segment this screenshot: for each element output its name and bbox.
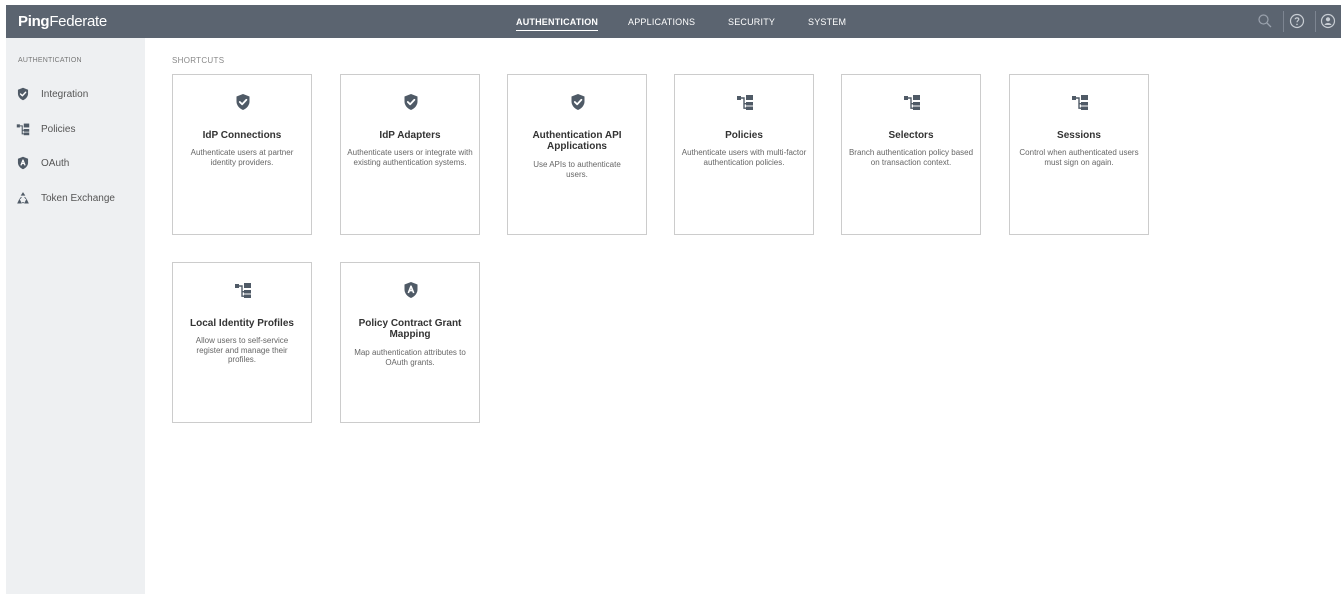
card-title: Authentication API Applications [532,130,622,152]
sidebar-item-token-exchange[interactable]: Token Exchange [16,189,141,209]
shortcut-card-selectors[interactable]: Selectors Branch authentication policy b… [841,74,981,235]
policy-tree-icon [736,93,754,111]
shortcut-card-idp-adapters[interactable]: IdP Adapters Authenticate users or integ… [340,74,480,235]
sidebar-item-oauth[interactable]: OAuth [16,154,141,174]
card-title: IdP Adapters [379,130,441,141]
sidebar-item-label: Policies [41,124,76,135]
token-exchange-icon [16,191,30,205]
card-title: Selectors [888,130,934,141]
top-navigation-bar: PingFederate AUTHENTICATION APPLICATIONS… [6,5,1341,38]
card-title: Local Identity Profiles [190,318,294,329]
card-title: Policies [725,130,763,141]
card-description: Allow users to self-service register and… [195,336,289,364]
card-description: Authenticate users with multi-factor aut… [681,148,807,167]
oauth-shield-icon [402,281,420,299]
nav-applications[interactable]: APPLICATIONS [628,17,695,27]
shortcut-card-policy-contract-grant-mapping[interactable]: Policy Contract Grant Mapping Map authen… [340,262,480,423]
help-icon[interactable] [1289,13,1305,29]
card-description: Branch authentication policy based on tr… [848,148,974,167]
user-icon[interactable] [1320,13,1336,29]
sidebar-item-label: Integration [41,89,89,100]
main-nav: AUTHENTICATION APPLICATIONS SECURITY SYS… [6,5,1341,38]
toolbar-divider [1283,11,1284,32]
sidebar-item-label: Token Exchange [41,193,115,204]
card-description: Use APIs to authenticate users. [533,160,621,179]
nav-authentication[interactable]: AUTHENTICATION [516,17,599,31]
shortcut-card-sessions[interactable]: Sessions Control when authenticated user… [1009,74,1149,235]
policy-tree-icon [903,93,921,111]
card-description: Authenticate users or integrate with exi… [347,148,473,167]
shield-check-icon [16,87,30,101]
nav-security[interactable]: SECURITY [728,17,775,27]
policy-tree-icon [1071,93,1089,111]
card-description: Authenticate users at partner identity p… [190,148,294,167]
card-title: Sessions [1057,130,1101,141]
oauth-shield-icon [16,156,30,170]
card-description: Control when authenticated users must si… [1019,148,1139,167]
shield-check-icon [234,93,252,111]
sidebar-item-label: OAuth [41,158,70,169]
policy-tree-icon [234,281,252,299]
card-description: Map authentication attributes to OAuth g… [354,348,466,367]
shortcut-card-policies[interactable]: Policies Authenticate users with multi-f… [674,74,814,235]
policy-tree-icon [16,122,30,136]
sidebar-heading: AUTHENTICATION [18,57,82,64]
nav-system[interactable]: SYSTEM [808,17,846,27]
shield-check-icon [402,93,420,111]
shortcut-card-idp-connections[interactable]: IdP Connections Authenticate users at pa… [172,74,312,235]
toolbar-divider [1315,11,1316,32]
card-title: Policy Contract Grant Mapping [358,318,462,340]
sidebar-item-policies[interactable]: Policies [16,120,141,140]
sidebar: AUTHENTICATION Integration Policies OAut… [6,38,145,594]
search-icon[interactable] [1257,13,1273,29]
card-title: IdP Connections [202,130,282,141]
shortcuts-heading: SHORTCUTS [172,56,225,65]
sidebar-item-integration[interactable]: Integration [16,85,141,105]
shield-check-icon [569,93,587,111]
shortcut-card-local-identity-profiles[interactable]: Local Identity Profiles Allow users to s… [172,262,312,423]
shortcut-card-authentication-api-applications[interactable]: Authentication API Applications Use APIs… [507,74,647,235]
